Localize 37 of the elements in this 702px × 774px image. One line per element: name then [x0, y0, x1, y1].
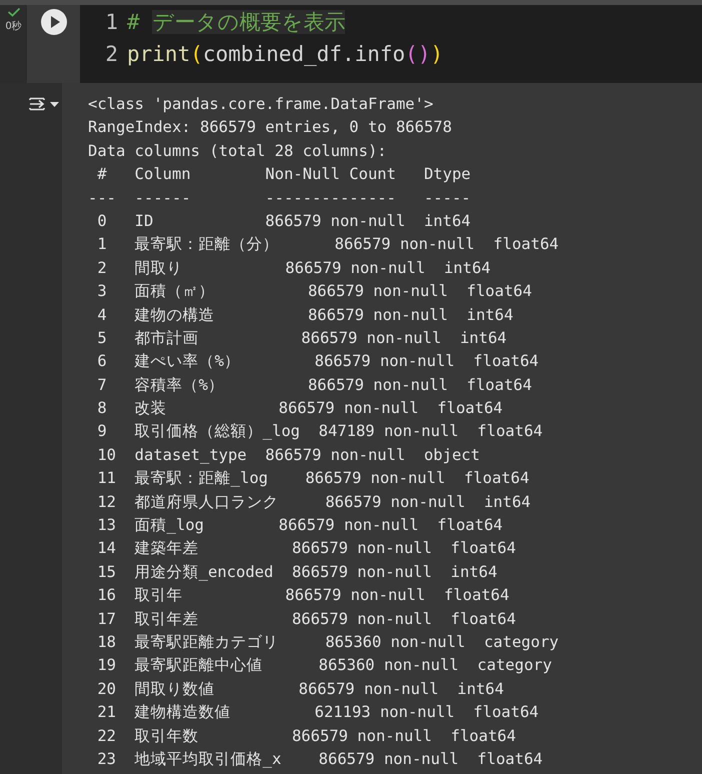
output-toggle-icon[interactable]: [28, 97, 62, 111]
code-line: # データの概要を表示: [127, 9, 346, 36]
output-line: 16 取引年 866579 non-null float64: [96, 585, 510, 606]
run-button[interactable]: [40, 8, 68, 36]
code-line: print(combined_df.info()): [127, 42, 444, 66]
run-duration: 0秒: [5, 20, 22, 33]
output-line: 23 地域平均取引価格_x 866579 non-null float64: [96, 748, 544, 770]
output-line: --- ------ -------------- -----: [88, 188, 472, 209]
output-line: RangeIndex: 866579 entries, 0 to 866578: [88, 117, 453, 138]
output-line: <class 'pandas.core.frame.DataFrame'>: [88, 94, 434, 115]
output-line: 14 建築年差 866579 non-null float64: [96, 538, 517, 560]
line-number: 2: [104, 42, 118, 66]
output-line: Data columns (total 28 columns):: [88, 140, 388, 162]
output-line: 11 最寄駅：距離_log 866579 non-null float64: [96, 468, 530, 490]
output-line: 15 用途分類_encoded 866579 non-null int64: [96, 562, 498, 583]
code-editor[interactable]: 1 # データの概要を表示 2 print(combined_df.info()): [80, 5, 702, 83]
output-line: 21 建物構造数値 621193 non-null float64: [96, 702, 540, 724]
output-line: 6 建ぺい率（%） 866579 non-null float64: [96, 351, 540, 372]
output-line: 9 取引価格（総額）_log 847189 non-null float64: [96, 421, 544, 442]
output-line: 20 間取り数値 866579 non-null int64: [96, 678, 505, 700]
output-line: 17 取引年差 866579 non-null float64: [96, 608, 517, 630]
output-line: 4 建物の構造 866579 non-null int64: [96, 304, 514, 326]
output-line: 5 都市計画 866579 non-null int64: [96, 328, 508, 349]
output-line: 3 面積（㎡） 866579 non-null float64: [96, 281, 533, 302]
output-line: 22 取引年数 866579 non-null float64: [96, 726, 517, 747]
output-line: # Column Non-Null Count Dtype: [96, 164, 472, 186]
output-line: 0 ID 866579 non-null int64: [96, 210, 472, 232]
output-line: 13 面積_log 866579 non-null float64: [96, 515, 504, 536]
output-line: 18 最寄駅距離カテゴリ 865360 non-null category: [96, 632, 559, 653]
output-line: 7 容積率（%） 866579 non-null float64: [96, 374, 533, 396]
output-line: 12 都道府県人口ランク 866579 non-null int64: [96, 492, 532, 513]
output-line: 1 最寄駅：距離（分） 866579 non-null float64: [96, 234, 559, 256]
line-number: 1: [104, 10, 118, 34]
output-line: 10 dataset_type 866579 non-null object: [96, 444, 481, 466]
output-line: 2 間取り 866579 non-null int64: [96, 258, 492, 279]
output-line: 19 最寄駅距離中心値 865360 non-null category: [96, 655, 553, 676]
output-line: 8 改装 866579 non-null float64: [96, 398, 504, 420]
